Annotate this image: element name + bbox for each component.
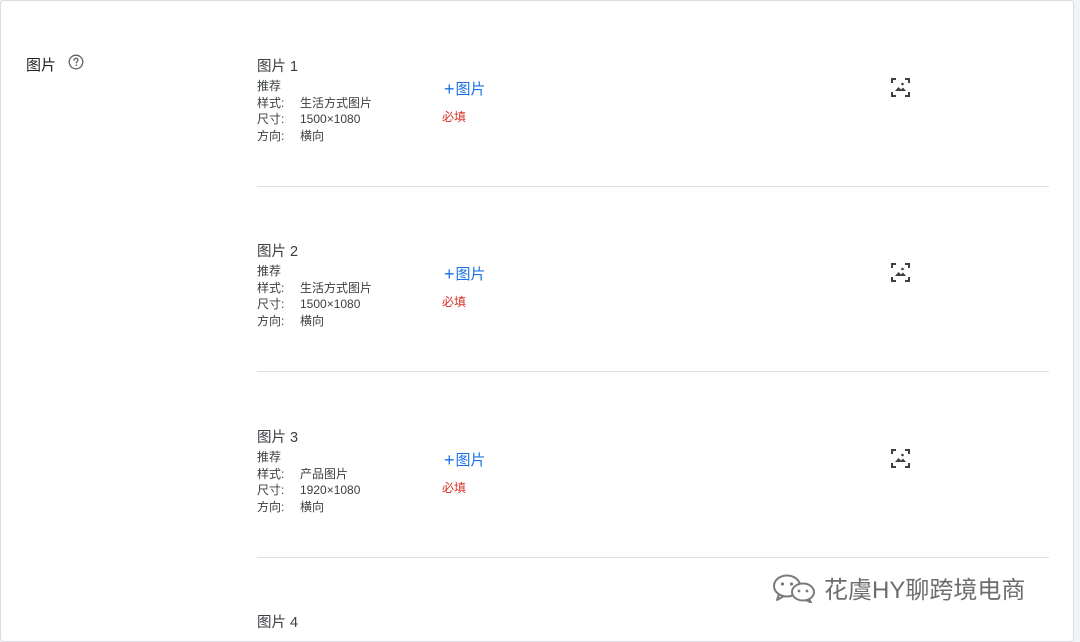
slot-spec: 推荐 样式: 生活方式图片 尺寸: 1500×1080 方向: 横向 (257, 78, 372, 144)
spec-style-value: 产品图片 (300, 466, 349, 481)
spec-orientation-key: 方向: (257, 499, 285, 514)
spec-size-key: 尺寸: (257, 297, 285, 311)
required-label: 必填 (442, 295, 467, 309)
required-label: 必填 (442, 481, 467, 495)
slot-spec: 推荐 样式: 产品图片 尺寸: 1920×1080 方向: 横向 (257, 449, 360, 515)
plus-icon: + (444, 450, 455, 470)
slot-title: 图片 4 (257, 615, 299, 631)
image-slot-4: 图片 4 (257, 611, 1049, 641)
spec-style-key: 样式: (257, 280, 285, 295)
spec-orientation-value: 横向 (300, 313, 325, 328)
add-image-button[interactable]: +图片 (444, 263, 486, 285)
spec-orientation-key: 方向: (257, 313, 285, 328)
slot-title: 图片 1 (257, 59, 299, 75)
spec-orientation-value: 横向 (300, 128, 325, 143)
spec-style-key: 样式: (257, 466, 285, 481)
image-crop-icon[interactable] (890, 448, 911, 469)
image-crop-icon[interactable] (890, 77, 911, 98)
add-image-label: 图片 (455, 452, 486, 469)
image-slot-2: 图片 2 推荐 样式: 生活方式图片 尺寸: 1500×1080 方向: 横向 +图片… (257, 240, 1049, 425)
spec-size-key: 尺寸: (257, 112, 285, 126)
section-label: 图片 (26, 57, 57, 74)
spec-style-value: 生活方式图片 (300, 95, 373, 110)
spec-size-key: 尺寸: (257, 483, 285, 497)
watermark-text: 花虞HY聊跨境电商 (824, 577, 1026, 604)
spec-orientation-key: 方向: (257, 128, 285, 143)
image-slot-1: 图片 1 推荐 样式: 生活方式图片 尺寸: 1500×1080 方向: 横向 +图片… (257, 55, 1049, 240)
spec-style-value: 生活方式图片 (300, 280, 373, 295)
divider (257, 371, 1049, 372)
spec-size-value: 1920×1080 (300, 483, 361, 497)
image-crop-icon[interactable] (890, 262, 911, 283)
watermark: 花虞HY聊跨境电商 (770, 570, 1025, 605)
wechat-icon (773, 574, 815, 603)
slot-title: 图片 2 (257, 244, 299, 260)
add-image-button[interactable]: +图片 (444, 449, 486, 471)
add-image-label: 图片 (455, 266, 486, 283)
image-assets-card: 图片 图片 1 推荐 样式: 生活方式图片 尺寸: 1500×1080 方向: 横向 … (0, 0, 1074, 642)
add-image-label: 图片 (455, 81, 486, 98)
spec-recommend: 推荐 (257, 450, 282, 464)
slot-title: 图片 3 (257, 430, 299, 446)
spec-orientation-value: 横向 (300, 499, 325, 514)
help-circle-icon[interactable] (68, 54, 84, 70)
divider (257, 557, 1049, 558)
required-label: 必填 (442, 110, 467, 124)
spec-size-value: 1500×1080 (300, 112, 361, 126)
spec-recommend: 推荐 (257, 79, 282, 93)
plus-icon: + (444, 264, 455, 284)
divider (257, 186, 1049, 187)
add-image-button[interactable]: +图片 (444, 78, 486, 100)
spec-style-key: 样式: (257, 95, 285, 110)
spec-size-value: 1500×1080 (300, 297, 361, 311)
plus-icon: + (444, 79, 455, 99)
slot-spec: 推荐 样式: 生活方式图片 尺寸: 1500×1080 方向: 横向 (257, 263, 372, 329)
spec-recommend: 推荐 (257, 264, 282, 278)
